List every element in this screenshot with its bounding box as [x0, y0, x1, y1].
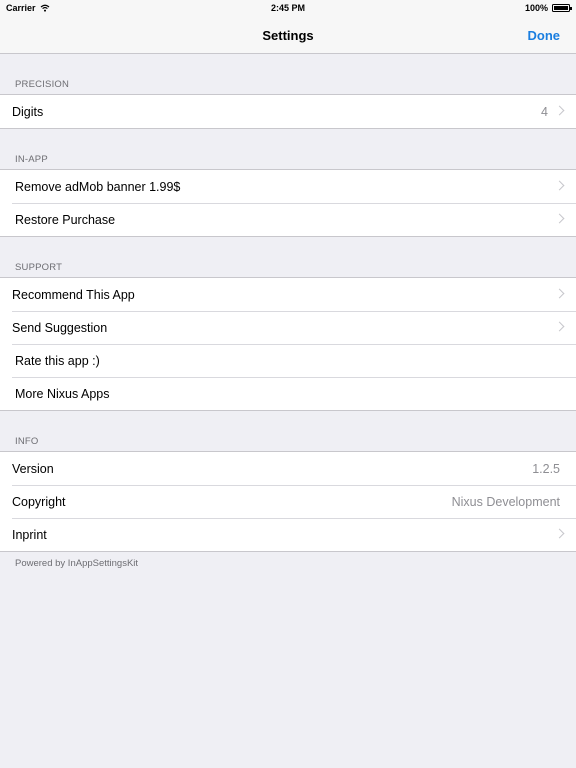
row-rate-app[interactable]: Rate this app :)	[0, 344, 576, 377]
page-title: Settings	[262, 28, 314, 43]
done-button[interactable]: Done	[528, 28, 561, 43]
group-support: Recommend This App Send Suggestion Rate …	[0, 277, 576, 411]
status-time: 2:45 PM	[270, 3, 305, 13]
row-recommend[interactable]: Recommend This App	[0, 278, 576, 311]
row-digits[interactable]: Digits 4	[0, 95, 576, 128]
row-digits-value: 4	[541, 104, 548, 119]
row-send-suggestion-label: Send Suggestion	[12, 320, 108, 335]
row-restore-purchase[interactable]: Restore Purchase	[0, 203, 576, 236]
chevron-right-icon	[554, 105, 565, 116]
row-version-value: 1.2.5	[532, 461, 560, 476]
battery-percent: 100%	[524, 3, 548, 13]
powered-by-footer: Powered by InAppSettingsKit	[15, 558, 139, 569]
chevron-right-icon	[554, 213, 565, 224]
chevron-right-icon	[554, 528, 565, 539]
section-header-support: SUPPORT	[15, 262, 63, 273]
row-recommend-label: Recommend This App	[12, 287, 135, 302]
group-inapp: Remove adMob banner 1.99$ Restore Purcha…	[0, 169, 576, 237]
row-version-label: Version	[12, 461, 54, 476]
group-precision: Digits 4	[0, 94, 576, 129]
row-remove-ads-label: Remove adMob banner 1.99$	[15, 179, 181, 194]
row-inprint-label: Inprint	[12, 527, 47, 542]
row-copyright-value: Nixus Development	[451, 494, 560, 509]
row-inprint[interactable]: Inprint	[0, 518, 576, 551]
row-more-apps-label: More Nixus Apps	[15, 386, 110, 401]
section-header-precision: PRECISION	[15, 79, 70, 90]
settings-list: PRECISION Digits 4 IN-APP Remove adMob b…	[0, 54, 576, 569]
status-bar: Carrier 2:45 PM 100%	[0, 0, 576, 18]
row-remove-ads[interactable]: Remove adMob banner 1.99$	[0, 170, 576, 203]
chevron-right-icon	[554, 180, 565, 191]
row-restore-purchase-label: Restore Purchase	[15, 212, 116, 227]
row-rate-app-label: Rate this app :)	[15, 353, 100, 368]
group-info: Version 1.2.5 Copyright Nixus Developmen…	[0, 451, 576, 552]
battery-group: 100%	[524, 3, 572, 13]
section-header-info: INFO	[15, 436, 39, 447]
row-version: Version 1.2.5	[0, 452, 576, 485]
row-send-suggestion[interactable]: Send Suggestion	[0, 311, 576, 344]
chevron-right-icon	[554, 288, 565, 299]
navigation-bar: Settings Done	[0, 18, 576, 54]
battery-icon	[552, 4, 572, 12]
section-header-inapp: IN-APP	[15, 154, 48, 165]
row-more-apps[interactable]: More Nixus Apps	[0, 377, 576, 410]
row-copyright: Copyright Nixus Development	[0, 485, 576, 518]
row-copyright-label: Copyright	[12, 494, 66, 509]
row-digits-label: Digits	[12, 104, 44, 119]
chevron-right-icon	[554, 321, 565, 332]
